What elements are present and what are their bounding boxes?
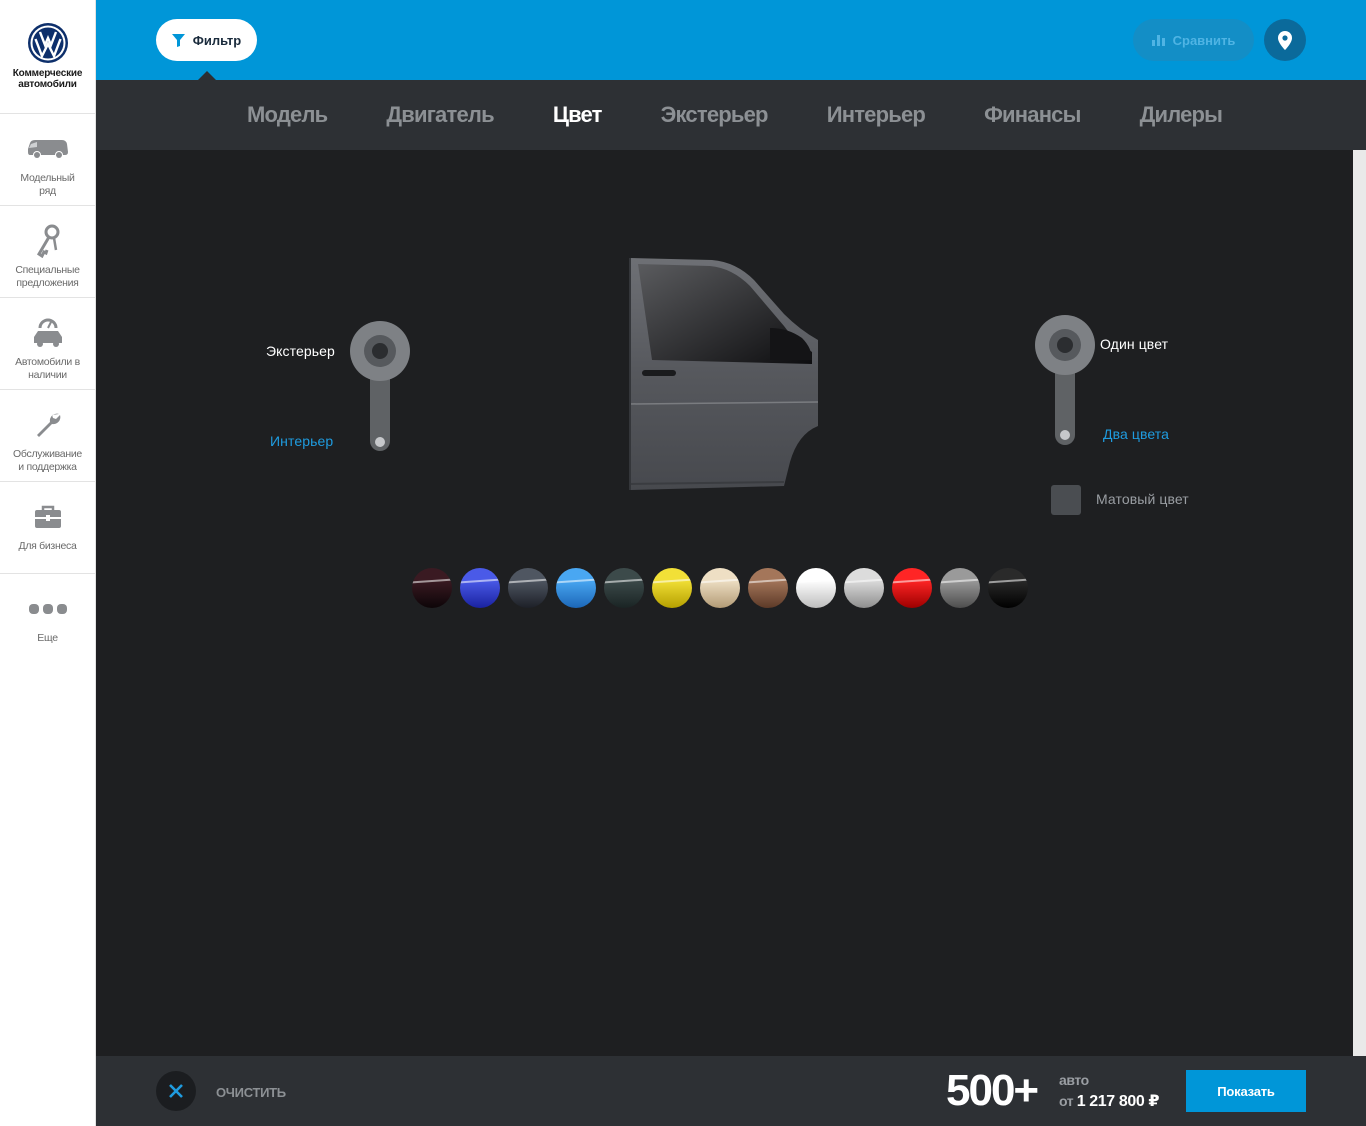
sidebar-item-models[interactable]: Модельный ряд <box>0 114 95 206</box>
color-swatch-blue[interactable] <box>460 568 500 608</box>
volkswagen-logo-icon <box>27 23 68 63</box>
color-swatch-silver[interactable] <box>844 568 884 608</box>
color-swatch-brown[interactable] <box>748 568 788 608</box>
sidebar-item-business[interactable]: Для бизнеса <box>0 482 95 574</box>
matte-color-checkbox[interactable] <box>1051 485 1081 515</box>
filter-icon <box>171 33 185 47</box>
results-bar: ОЧИСТИТЬ 500+ авто от 1 217 800 ₽ Показа… <box>96 1056 1366 1126</box>
color-panel: Экстерьер Интерьер Один цвет Два цвета М… <box>96 150 1366 1056</box>
interior-option-label[interactable]: Интерьер <box>270 433 333 449</box>
keys-icon <box>36 224 59 258</box>
sidebar-item-label: Обслуживание <box>13 448 82 460</box>
close-icon <box>169 1084 183 1098</box>
color-swatch-dark-slate[interactable] <box>508 568 548 608</box>
briefcase-icon <box>34 505 61 528</box>
van-door-preview <box>629 258 819 490</box>
price-value: 1 217 800 ₽ <box>1076 1093 1160 1110</box>
results-count: 500+ <box>946 1066 1039 1115</box>
color-swatch-beige[interactable] <box>700 568 740 608</box>
compare-button[interactable]: Сравнить <box>1133 19 1254 61</box>
color-swatch-black[interactable] <box>988 568 1028 608</box>
sidebar-item-label: и поддержка <box>18 461 77 473</box>
sidebar-item-label: Модельный <box>20 172 75 184</box>
color-swatch-dark-green-grey[interactable] <box>604 568 644 608</box>
tab-dealers[interactable]: Дилеры <box>1140 102 1223 128</box>
clear-filters-label[interactable]: ОЧИСТИТЬ <box>216 1085 286 1100</box>
tab-interior[interactable]: Интерьер <box>827 102 926 128</box>
filter-tabs: Модель Двигатель Цвет Экстерьер Интерьер… <box>96 80 1366 150</box>
sidebar-item-label: Для бизнеса <box>18 540 77 552</box>
filter-button[interactable]: Фильтр <box>156 19 257 61</box>
exterior-option-label[interactable]: Экстерьер <box>266 343 335 359</box>
bar-chart-icon <box>1151 35 1165 46</box>
price-from: от 1 217 800 ₽ <box>1059 1091 1160 1111</box>
exterior-interior-toggle[interactable] <box>350 321 410 453</box>
compare-label: Сравнить <box>1172 32 1236 48</box>
color-swatch-red[interactable] <box>892 568 932 608</box>
scrollbar[interactable] <box>1353 150 1366 1056</box>
color-swatches <box>412 568 1028 608</box>
one-two-color-toggle[interactable] <box>1035 315 1095 445</box>
sidebar-item-label: ряд <box>39 185 56 197</box>
tab-exterior[interactable]: Экстерьер <box>661 102 769 128</box>
top-bar: Фильтр Сравнить <box>96 0 1366 80</box>
sidebar-item-label: предложения <box>16 277 79 289</box>
sidebar: Коммерческие автомобили Модельный ряд Сп <box>0 0 96 1126</box>
sidebar-item-offers[interactable]: Специальные предложения <box>0 206 95 298</box>
brand-text-line1: Коммерческие <box>12 68 83 79</box>
color-swatch-white[interactable] <box>796 568 836 608</box>
wrench-icon <box>36 413 60 437</box>
van-icon <box>27 140 68 158</box>
sidebar-item-label: Автомобили в <box>15 356 80 368</box>
sidebar-item-label: Специальные <box>15 264 80 276</box>
filter-caret <box>198 71 216 80</box>
two-colors-option-label[interactable]: Два цвета <box>1103 426 1169 442</box>
sidebar-item-label: Еще <box>37 632 58 644</box>
results-unit: авто <box>1059 1072 1089 1088</box>
brand-text-line2: автомобили <box>18 79 77 90</box>
location-button[interactable] <box>1264 19 1306 61</box>
sidebar-item-service[interactable]: Обслуживание и поддержка <box>0 390 95 482</box>
filter-label: Фильтр <box>192 32 242 48</box>
tab-finance[interactable]: Финансы <box>984 102 1081 128</box>
sidebar-item-label: наличии <box>28 369 67 381</box>
more-dots-icon <box>28 604 67 614</box>
color-swatch-yellow[interactable] <box>652 568 692 608</box>
location-pin-icon <box>1278 30 1292 50</box>
price-prefix: от <box>1059 1093 1074 1109</box>
tab-engine[interactable]: Двигатель <box>386 102 494 128</box>
sidebar-item-more[interactable]: Еще <box>0 574 95 666</box>
tab-model[interactable]: Модель <box>247 102 328 128</box>
clear-filters-button[interactable] <box>156 1071 196 1111</box>
matte-color-label[interactable]: Матовый цвет <box>1096 491 1189 507</box>
sidebar-item-in-stock[interactable]: Автомобили в наличии <box>0 298 95 390</box>
one-color-option-label[interactable]: Один цвет <box>1100 336 1168 352</box>
color-swatch-light-blue[interactable] <box>556 568 596 608</box>
color-swatch-grey[interactable] <box>940 568 980 608</box>
show-results-button[interactable]: Показать <box>1186 1070 1306 1112</box>
car-dealer-icon <box>33 318 62 347</box>
color-swatch-burgundy-black[interactable] <box>412 568 452 608</box>
brand-logo[interactable]: Коммерческие автомобили <box>0 0 95 114</box>
tab-color[interactable]: Цвет <box>553 102 603 128</box>
